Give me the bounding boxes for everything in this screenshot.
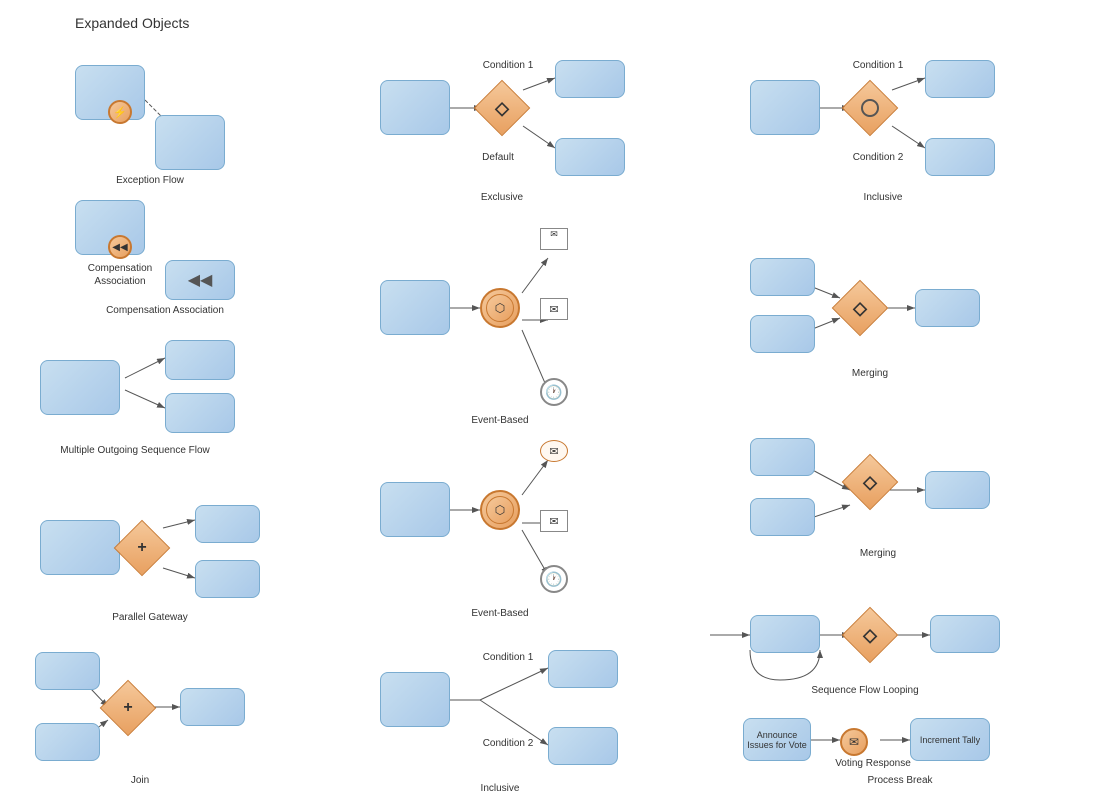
merging1-task-out[interactable] [915,289,980,327]
compensation-event: ◀◀ [108,235,132,259]
exclusive-label: Exclusive [462,192,542,203]
join-label: Join [100,775,180,786]
inclusive-top-label: Inclusive [838,192,928,203]
parallel-gateway-icon: + [123,529,161,567]
process-break-task-out[interactable]: Increment Tally [910,718,990,761]
inclusive-bot-task-src[interactable] [380,672,450,727]
page-title: Expanded Objects [75,15,189,31]
process-break-task-src[interactable]: Announce Issues for Vote [743,718,811,761]
event-envelope-2: ✉ [540,510,568,532]
inclusive-top-task-out2[interactable] [925,138,995,176]
inclusive-top-cond2: Condition 2 [838,152,918,163]
parallel-task-src[interactable] [40,520,120,575]
exclusive-default: Default [468,152,528,163]
eventbased2-task-src[interactable] [380,482,450,537]
join-task-src2[interactable] [35,723,100,761]
join-gateway[interactable]: + [100,680,157,737]
multi-task-src[interactable] [40,360,120,415]
inclusive-gateway-icon [851,89,889,127]
process-break-label: Process Break [840,775,960,786]
merging2-task-src1[interactable] [750,438,815,476]
announce-label: Announce Issues for Vote [746,730,808,750]
comp-sub-label: CompensationAssociation [80,262,160,288]
event-clock-1: 🕐 [540,378,568,406]
parallel-task-out1[interactable] [195,505,260,543]
merging1-gateway[interactable]: ◇ [832,280,889,337]
event-gateway-2[interactable]: ⬡ [480,490,520,530]
join-task-out[interactable] [180,688,245,726]
multi-task-out1[interactable] [165,340,235,380]
event-clock-2: 🕐 [540,565,568,593]
inclusive-bot-label: Inclusive [455,783,545,794]
event-envelope-1: ✉ [540,440,568,462]
parallel-gateway[interactable]: + [114,520,171,577]
merging1-label: Merging [830,368,910,379]
inclusive-top-cond1: Condition 1 [838,60,918,71]
parallel-label: Parallel Gateway [70,612,230,623]
parallel-task-out2[interactable] [195,560,260,598]
exclusive-task-out1[interactable] [555,60,625,98]
voting-event: ✉ [840,728,868,756]
eventbased1-task-out2[interactable] [548,295,613,333]
increment-label: Increment Tally [920,735,980,745]
merging1-task-src1[interactable] [750,258,815,296]
multi-label: Multiple Outgoing Sequence Flow [35,445,235,456]
loop-gateway-icon: ◇ [851,616,889,654]
exclusive-task-out2[interactable] [555,138,625,176]
exclusive-gateway[interactable]: ◇ [474,80,531,137]
exception-flow-label: Exception Flow [100,175,200,186]
join-gateway-icon: + [109,689,147,727]
inclusive-bot-cond1: Condition 1 [468,652,548,663]
inclusive-top-task-src[interactable] [750,80,820,135]
join-task-src1[interactable] [35,652,100,690]
loop-label: Sequence Flow Looping [790,685,940,696]
exclusive-task-src[interactable] [380,80,450,135]
merging2-label: Merging [838,548,918,559]
merging2-task-out[interactable] [925,471,990,509]
inclusive-top-task-out1[interactable] [925,60,995,98]
inclusive-bot-task-out1[interactable] [548,650,618,688]
comp-task-2[interactable]: ◀◀ [165,260,235,300]
voting-label: Voting Response [833,758,913,769]
exception-event: ⚡ [108,100,132,124]
eventbased1-task-src[interactable] [380,280,450,335]
eventbased1-task-out1[interactable] [548,232,613,270]
inclusive-gateway[interactable] [842,80,899,137]
event-gateway-1[interactable]: ⬡ [480,288,520,328]
exclusive-cond1: Condition 1 [468,60,548,71]
merging1-task-src2[interactable] [750,315,815,353]
multi-task-out2[interactable] [165,393,235,433]
loop-task-out[interactable] [930,615,1000,653]
inclusive-bot-cond2: Condition 2 [468,738,548,749]
merging2-gateway-icon: ◇ [851,463,889,501]
loop-task-src[interactable] [750,615,820,653]
merging2-gateway[interactable]: ◇ [842,454,899,511]
merging2-task-src2[interactable] [750,498,815,536]
exception-task-2[interactable] [155,115,225,170]
exclusive-gateway-icon: ◇ [483,89,521,127]
eventbased1-label: Event-Based [455,415,545,426]
loop-gateway[interactable]: ◇ [842,607,899,664]
merging1-gateway-icon: ◇ [841,289,879,327]
eventbased2-label: Event-Based [455,608,545,619]
inclusive-bot-task-out2[interactable] [548,727,618,765]
comp-label: Compensation Association [85,305,245,316]
